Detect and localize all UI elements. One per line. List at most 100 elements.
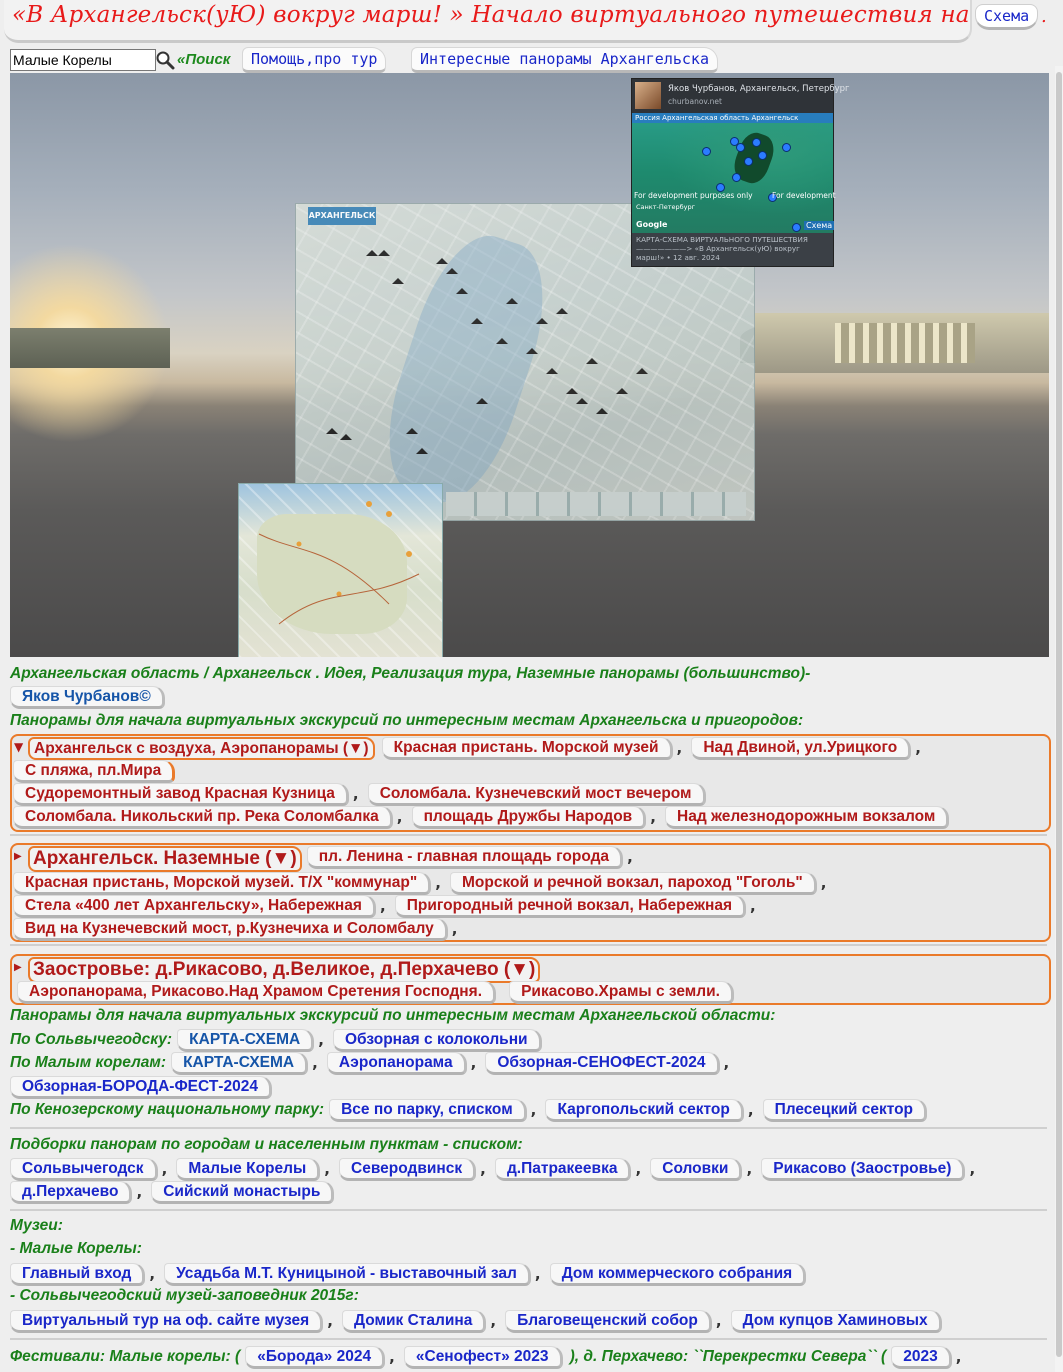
city-item[interactable]: Рикасово (Заостровье): [761, 1158, 966, 1181]
festival-item[interactable]: «Борода» 2024: [245, 1346, 386, 1369]
help-tab[interactable]: Помощь,про тур: [242, 47, 387, 73]
museums-korely-label: - Малые Корелы:: [10, 1240, 142, 1257]
city-item[interactable]: Северодвинск: [339, 1158, 477, 1181]
panorama-viewer[interactable]: АРХАНГЕЛЬСК Яков Чурбанов, Архангельск, …: [10, 73, 1049, 657]
widget-site: churbanov.net: [668, 97, 722, 106]
museum-item[interactable]: Главный вход: [10, 1263, 146, 1286]
separator: ,: [635, 1160, 642, 1178]
separator: ,: [750, 897, 756, 915]
ground-group-header[interactable]: Архангельск. Наземные (▼): [28, 846, 302, 872]
ground-item[interactable]: Морской и речной вокзал, пароход "Гоголь…: [450, 872, 817, 895]
widget-scheme-button[interactable]: Схема: [804, 221, 835, 230]
solvychegodsk-label: По Сольвычегодску:: [10, 1031, 173, 1048]
collapsed-triangle-icon[interactable]: ▶: [14, 851, 22, 862]
map-widget[interactable]: Яков Чурбанов, Архангельск, Петербург ch…: [631, 78, 850, 267]
ground-panoramas-group: ▶ Архангельск. Наземные (▼) пл. Ленина -…: [10, 843, 1051, 942]
kenozero-item[interactable]: Все по парку, списком: [329, 1099, 527, 1122]
ground-row-3: Стела «400 лет Архангельску», Набережная…: [13, 895, 760, 919]
air-item[interactable]: Красная пристань. Морской музей: [381, 737, 673, 760]
ground-item[interactable]: Пригородный речной вокзал, Набережная: [394, 895, 747, 918]
city-item[interactable]: Сольвычегодск: [10, 1158, 158, 1181]
museum-item[interactable]: Дом купцов Хаминовых: [730, 1310, 942, 1333]
kenozero-item[interactable]: Плесецкий сектор: [762, 1099, 928, 1122]
expanded-triangle-icon[interactable]: ▼: [14, 740, 23, 754]
author-button[interactable]: Яков Чурбанов©: [10, 686, 165, 709]
museums-solvy-row: Виртуальный тур на оф. сайте музея, Доми…: [10, 1310, 944, 1334]
air-item[interactable]: площадь Дружбы Народов: [411, 806, 647, 829]
separator: ,: [969, 1160, 976, 1178]
city-item[interactable]: д.Патракеевка: [494, 1158, 632, 1181]
map-pin[interactable]: [752, 138, 761, 147]
ground-item[interactable]: Вид на Кузнечевский мост, р.Кузнечиха и …: [13, 918, 448, 941]
collapsed-triangle-icon[interactable]: ▶: [14, 962, 22, 973]
search-input[interactable]: [10, 49, 156, 71]
festival-item[interactable]: «Сенофест» 2023: [403, 1346, 563, 1369]
museum-item[interactable]: Дом коммерческого собрания: [549, 1263, 807, 1286]
air-item[interactable]: Судоремонтный завод Красная Кузница: [13, 783, 349, 806]
separator: ,: [746, 1160, 753, 1178]
widget-breadcrumb[interactable]: Россия Архангельская область Архангельск: [632, 113, 833, 123]
zaostrovye-item[interactable]: Аэропанорама, Рикасово.Над Храмом Сретен…: [17, 981, 496, 1004]
korely-item[interactable]: Аэропанорама: [326, 1052, 467, 1075]
right-building: [755, 313, 1049, 373]
region-map-hotspot[interactable]: [238, 483, 443, 657]
korely-item[interactable]: Обзорная-БОРОДА-ФЕСТ-2024: [10, 1076, 272, 1099]
korely-item[interactable]: Обзорная-СЕНОФЕСТ-2024: [485, 1052, 720, 1075]
map-pin[interactable]: [758, 151, 767, 160]
map-pin[interactable]: [702, 147, 711, 156]
scrollbar-thumb[interactable]: [1056, 72, 1062, 1357]
city-item[interactable]: Малые Корелы: [176, 1158, 321, 1181]
festival-item[interactable]: 2023: [891, 1346, 952, 1369]
ground-item[interactable]: пл. Ленина - главная площадь города: [306, 846, 624, 869]
separator: ,: [490, 1312, 497, 1330]
museum-item[interactable]: Благовещенский собор: [505, 1310, 712, 1333]
air-group-header[interactable]: Архангельск с воздуха, Аэропанорамы (▼): [28, 737, 375, 760]
widget-map-area[interactable]: [632, 113, 833, 233]
map-pin[interactable]: [736, 143, 745, 152]
region-map-details: [258, 501, 420, 625]
search-icon[interactable]: [155, 50, 175, 70]
separator: ,: [627, 848, 633, 866]
city-item[interactable]: д.Перхачево: [10, 1181, 133, 1204]
zaostrovye-group-header[interactable]: Заостровье: д.Рикасово, д.Великое, д.Пер…: [28, 957, 541, 983]
ground-item[interactable]: Стела «400 лет Архангельску», Набережная: [13, 895, 376, 918]
museum-item[interactable]: Домик Сталина: [342, 1310, 487, 1333]
solvychegodsk-item[interactable]: КАРТА-СХЕМА: [177, 1029, 315, 1052]
zaostrovye-group: ▶ Заостровье: д.Рикасово, д.Великое, д.П…: [10, 954, 1051, 1005]
separator: ,: [715, 1312, 722, 1330]
kenozero-label: По Кенозерскому национальному парку:: [10, 1101, 324, 1118]
solvychegodsk-item[interactable]: Обзорная с колокольни: [333, 1029, 542, 1052]
ground-row-4: Вид на Кузнечевский мост, р.Кузнечиха и …: [13, 918, 462, 942]
divider: [10, 1127, 1047, 1129]
museum-item[interactable]: Виртуальный тур на оф. сайте музея: [10, 1310, 324, 1333]
cities-row-2: д.Перхачево, Сийский монастырь: [10, 1181, 336, 1205]
air-item[interactable]: Соломбала. Кузнечевский мост вечером: [367, 783, 706, 806]
map-pin[interactable]: [782, 143, 791, 152]
air-item[interactable]: С пляжа, пл.Мира: [13, 760, 176, 783]
separator: ,: [149, 1265, 156, 1283]
map-pin[interactable]: [744, 157, 753, 166]
air-row-3: Судоремонтный завод Красная Кузница, Сол…: [13, 783, 708, 807]
zaostrovye-row-2: Аэропанорама, Рикасово.Над Храмом Сретен…: [17, 981, 736, 1005]
map-pin[interactable]: [732, 173, 741, 182]
museum-item[interactable]: Усадьба М.Т. Куницыной - выставочный зал: [164, 1263, 531, 1286]
air-item[interactable]: Над железнодорожным вокзалом: [665, 806, 950, 829]
korely-item[interactable]: КАРТА-СХЕМА: [171, 1052, 309, 1075]
divider: [10, 944, 1047, 946]
ground-item[interactable]: Красная пристань, Морской музей. Т/Х "ко…: [13, 872, 432, 895]
city-item[interactable]: Соловки: [650, 1158, 743, 1181]
korely-row: По Малым корелам: КАРТА-СХЕМА, Аэропанор…: [10, 1052, 733, 1076]
section2-caption: Панорамы для начала виртуальных экскурси…: [10, 1007, 776, 1024]
city-item[interactable]: Сийский монастырь: [151, 1181, 335, 1204]
kenozero-item[interactable]: Каргопольский сектор: [545, 1099, 744, 1122]
separator: ,: [676, 739, 683, 757]
map-pin[interactable]: [792, 223, 801, 232]
air-item[interactable]: Соломбала. Никольский пр. Река Соломбалк…: [13, 806, 393, 829]
title-dot: .: [1040, 6, 1047, 27]
interesting-panoramas-tab[interactable]: Интересные панорамы Архангельска: [411, 47, 718, 73]
vertical-scrollbar[interactable]: [1055, 66, 1063, 1372]
zaostrovye-item[interactable]: Рикасово.Храмы с земли.: [509, 981, 734, 1004]
air-item[interactable]: Над Двиной, ул.Урицкого: [691, 737, 912, 760]
scheme-button[interactable]: Схема: [975, 4, 1039, 30]
search-link[interactable]: «Поиск: [177, 51, 230, 68]
